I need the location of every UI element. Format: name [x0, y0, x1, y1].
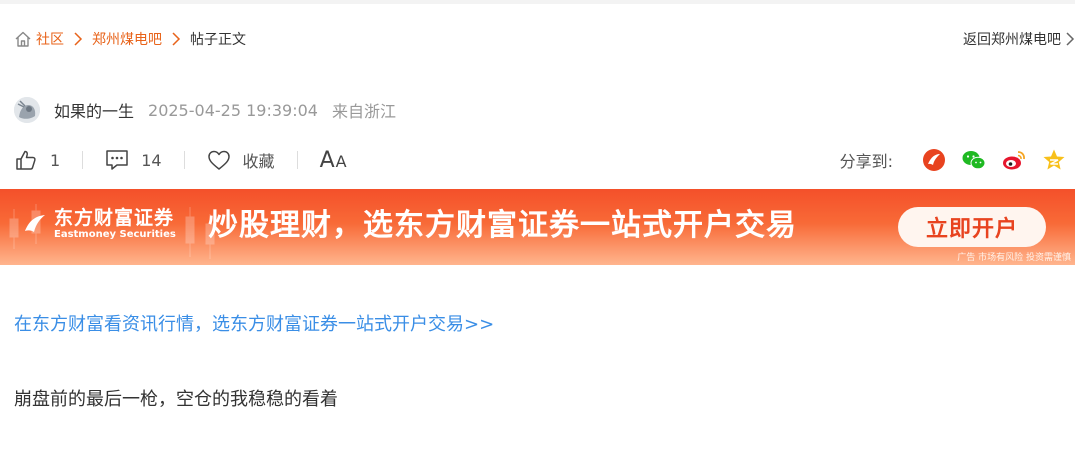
font-size-small-glyph: A [335, 151, 347, 171]
chevron-right-icon [70, 31, 86, 47]
breadcrumb-forum-link[interactable]: 郑州煤电吧 [92, 29, 162, 49]
chevron-right-icon [168, 31, 184, 47]
ad-disclaimer: 广告 市场有风险 投资需谨慎 [957, 253, 1071, 263]
like-button[interactable]: 1 [14, 148, 60, 172]
eastmoney-securities-logo: 东方财富证券 Eastmoney Securities [22, 207, 176, 241]
share-label: 分享到: [839, 152, 893, 171]
back-to-forum-link[interactable]: 返回郑州煤电吧 [963, 28, 1075, 50]
author-name[interactable]: 如果的一生 [54, 98, 134, 122]
divider [296, 151, 298, 169]
breadcrumb-community-link[interactable]: 社区 [36, 29, 64, 49]
breadcrumb: 社区 郑州煤电吧 帖子正文 [14, 28, 246, 50]
qzone-icon[interactable] [1041, 147, 1067, 173]
favorite-button[interactable]: 收藏 [207, 148, 275, 172]
heart-icon [207, 148, 231, 172]
back-to-forum-label: 返回郑州煤电吧 [963, 32, 1061, 48]
font-size-button[interactable]: A A [320, 148, 347, 173]
banner-slogan: 炒股理财，选东方财富证券一站式开户交易 [208, 208, 797, 243]
post-location: 来自浙江 [331, 102, 396, 121]
thumbs-up-icon [14, 148, 38, 172]
share-bar: 分享到: [840, 146, 1067, 174]
breadcrumb-current: 帖子正文 [190, 32, 246, 48]
favorite-label: 收藏 [242, 152, 275, 171]
action-bar: 1 14 收藏 A A [14, 146, 347, 174]
divider [82, 151, 84, 169]
author-row: 如果的一生 2025-04-25 19:39:04 来自浙江 [14, 96, 396, 124]
avatar[interactable] [14, 97, 40, 123]
divider [183, 151, 185, 169]
font-size-large-glyph: A [319, 147, 335, 173]
wechat-icon[interactable] [961, 147, 987, 173]
comment-icon [105, 148, 129, 172]
weibo-icon[interactable] [1001, 147, 1027, 173]
ad-banner[interactable]: 东方财富证券 Eastmoney Securities 炒股理财，选东方财富证券… [0, 189, 1075, 265]
like-count: 1 [50, 150, 61, 170]
brand-name-cn: 东方财富证券 [54, 207, 175, 229]
home-icon[interactable] [14, 30, 32, 48]
comment-button[interactable]: 14 [105, 148, 162, 172]
chevron-right-icon [1065, 32, 1075, 46]
eastmoney-icon[interactable] [921, 147, 947, 173]
open-account-button[interactable]: 立即开户 [898, 207, 1046, 247]
post-time: 2025-04-25 19:39:04 [148, 100, 318, 120]
eastmoney-logo-icon [22, 211, 48, 237]
post-body-text: 崩盘前的最后一枪，空仓的我稳稳的看着 [14, 389, 338, 410]
top-divider [0, 0, 1075, 4]
brand-name-en: Eastmoney Securities [54, 229, 176, 240]
promo-link[interactable]: 在东方财富看资讯行情，选东方财富证券一站式开户交易>> [14, 310, 494, 336]
comment-count: 14 [141, 150, 162, 170]
